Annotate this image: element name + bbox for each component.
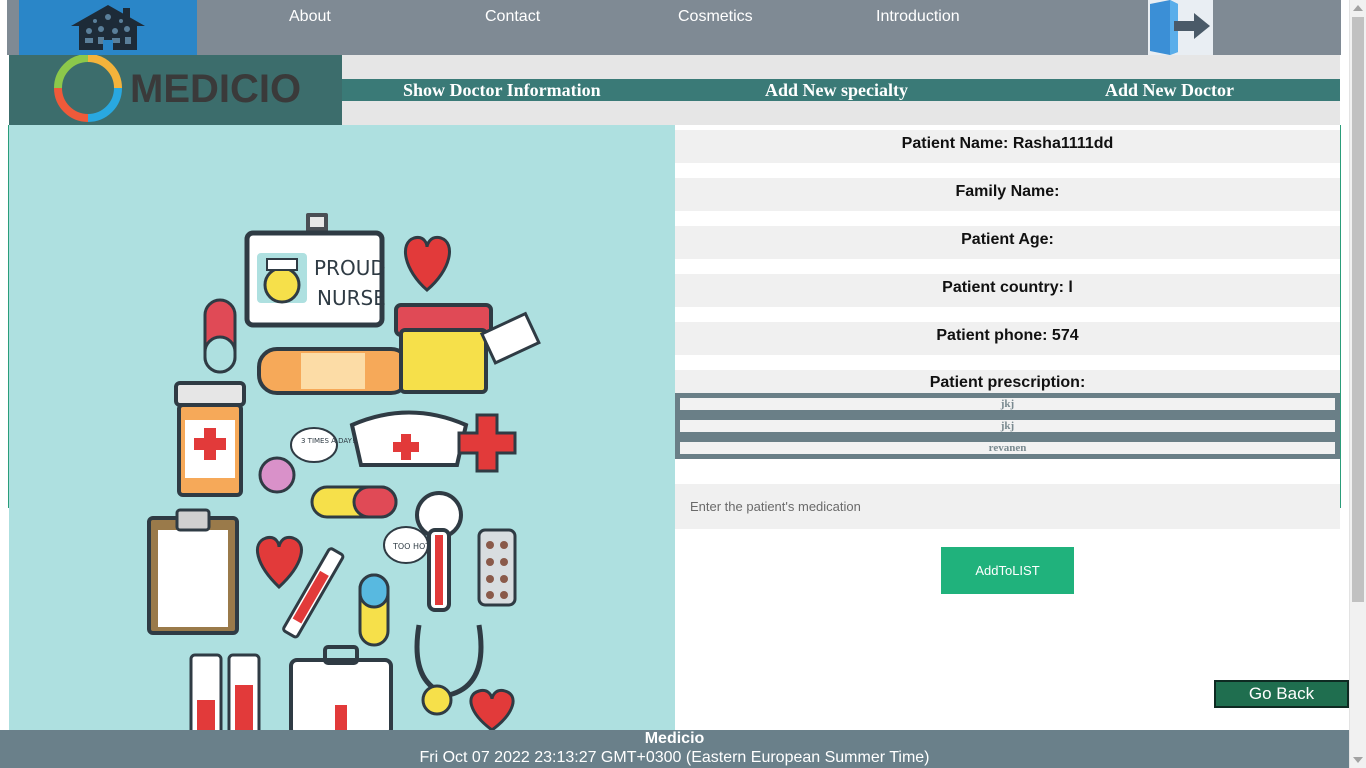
prescription-label: Patient prescription:	[929, 374, 1086, 391]
add-to-list-button[interactable]: AddToLIST	[941, 547, 1074, 594]
family-name-row: Family Name:	[675, 178, 1340, 211]
menu-add-specialty[interactable]: Add New specialty	[765, 80, 908, 101]
prescription-list: jkj jkj revanen	[675, 393, 1340, 459]
prescription-item: jkj	[680, 420, 1335, 432]
patient-name-row: Patient Name: Rasha1111dd	[675, 130, 1340, 163]
badge-text-proud: PROUD	[314, 256, 386, 280]
brand-name: MEDICIO	[130, 67, 302, 111]
brand-block: MEDICIO	[9, 55, 342, 125]
scroll-thumb[interactable]	[1352, 17, 1364, 602]
medical-illustration: PROUD NURSE 3 TIMES A DAY!! TOO HOT!	[9, 125, 675, 730]
patient-prescription-row: Patient prescription:	[675, 370, 1340, 394]
badge-text-nurse: NURSE	[317, 286, 386, 310]
family-name: Family Name:	[955, 183, 1060, 200]
prescription-item: revanen	[680, 442, 1335, 454]
footer: Medicio Fri Oct 07 2022 23:13:27 GMT+030…	[0, 730, 1349, 768]
scroll-up-icon[interactable]	[1353, 5, 1363, 11]
nav-about[interactable]: About	[289, 8, 331, 26]
patient-country-row: Patient country: l	[675, 274, 1340, 307]
medical-items-illustration: PROUD NURSE 3 TIMES A DAY!! TOO HOT!	[147, 213, 541, 730]
top-nav	[7, 0, 1341, 55]
go-back-button[interactable]: Go Back	[1214, 680, 1349, 708]
menu-show-doctor-info[interactable]: Show Doctor Information	[403, 80, 601, 101]
patient-age: Patient Age:	[961, 231, 1054, 248]
footer-datetime: Fri Oct 07 2022 23:13:27 GMT+0300 (Easte…	[419, 749, 930, 766]
logout-icon	[1150, 0, 1210, 55]
page-scrollbar[interactable]	[1349, 0, 1366, 768]
nav-contact[interactable]: Contact	[485, 8, 540, 26]
house-collage-icon	[19, 0, 197, 55]
patient-phone: Patient phone: 574	[936, 327, 1079, 344]
home-logo-icon[interactable]	[19, 0, 197, 55]
logout-button[interactable]	[1148, 0, 1213, 55]
scroll-down-icon[interactable]	[1353, 757, 1363, 763]
patient-age-row: Patient Age:	[675, 226, 1340, 259]
medicio-logo-icon	[54, 55, 122, 122]
menu-add-doctor[interactable]: Add New Doctor	[1105, 80, 1234, 101]
footer-title: Medicio	[644, 730, 705, 747]
patient-country: Patient country: l	[942, 279, 1073, 296]
note-times-text: 3 TIMES A DAY!!	[301, 437, 358, 445]
patient-name: Patient Name: Rasha1111dd	[901, 135, 1114, 152]
page: About Contact Cosmetics Introduction MED…	[0, 0, 1366, 768]
medication-input[interactable]	[675, 484, 1340, 529]
nav-introduction[interactable]: Introduction	[876, 8, 960, 26]
divider-right	[1340, 125, 1341, 508]
prescription-item: jkj	[680, 398, 1335, 410]
patient-phone-row: Patient phone: 574	[675, 322, 1340, 355]
nav-cosmetics[interactable]: Cosmetics	[678, 8, 753, 26]
